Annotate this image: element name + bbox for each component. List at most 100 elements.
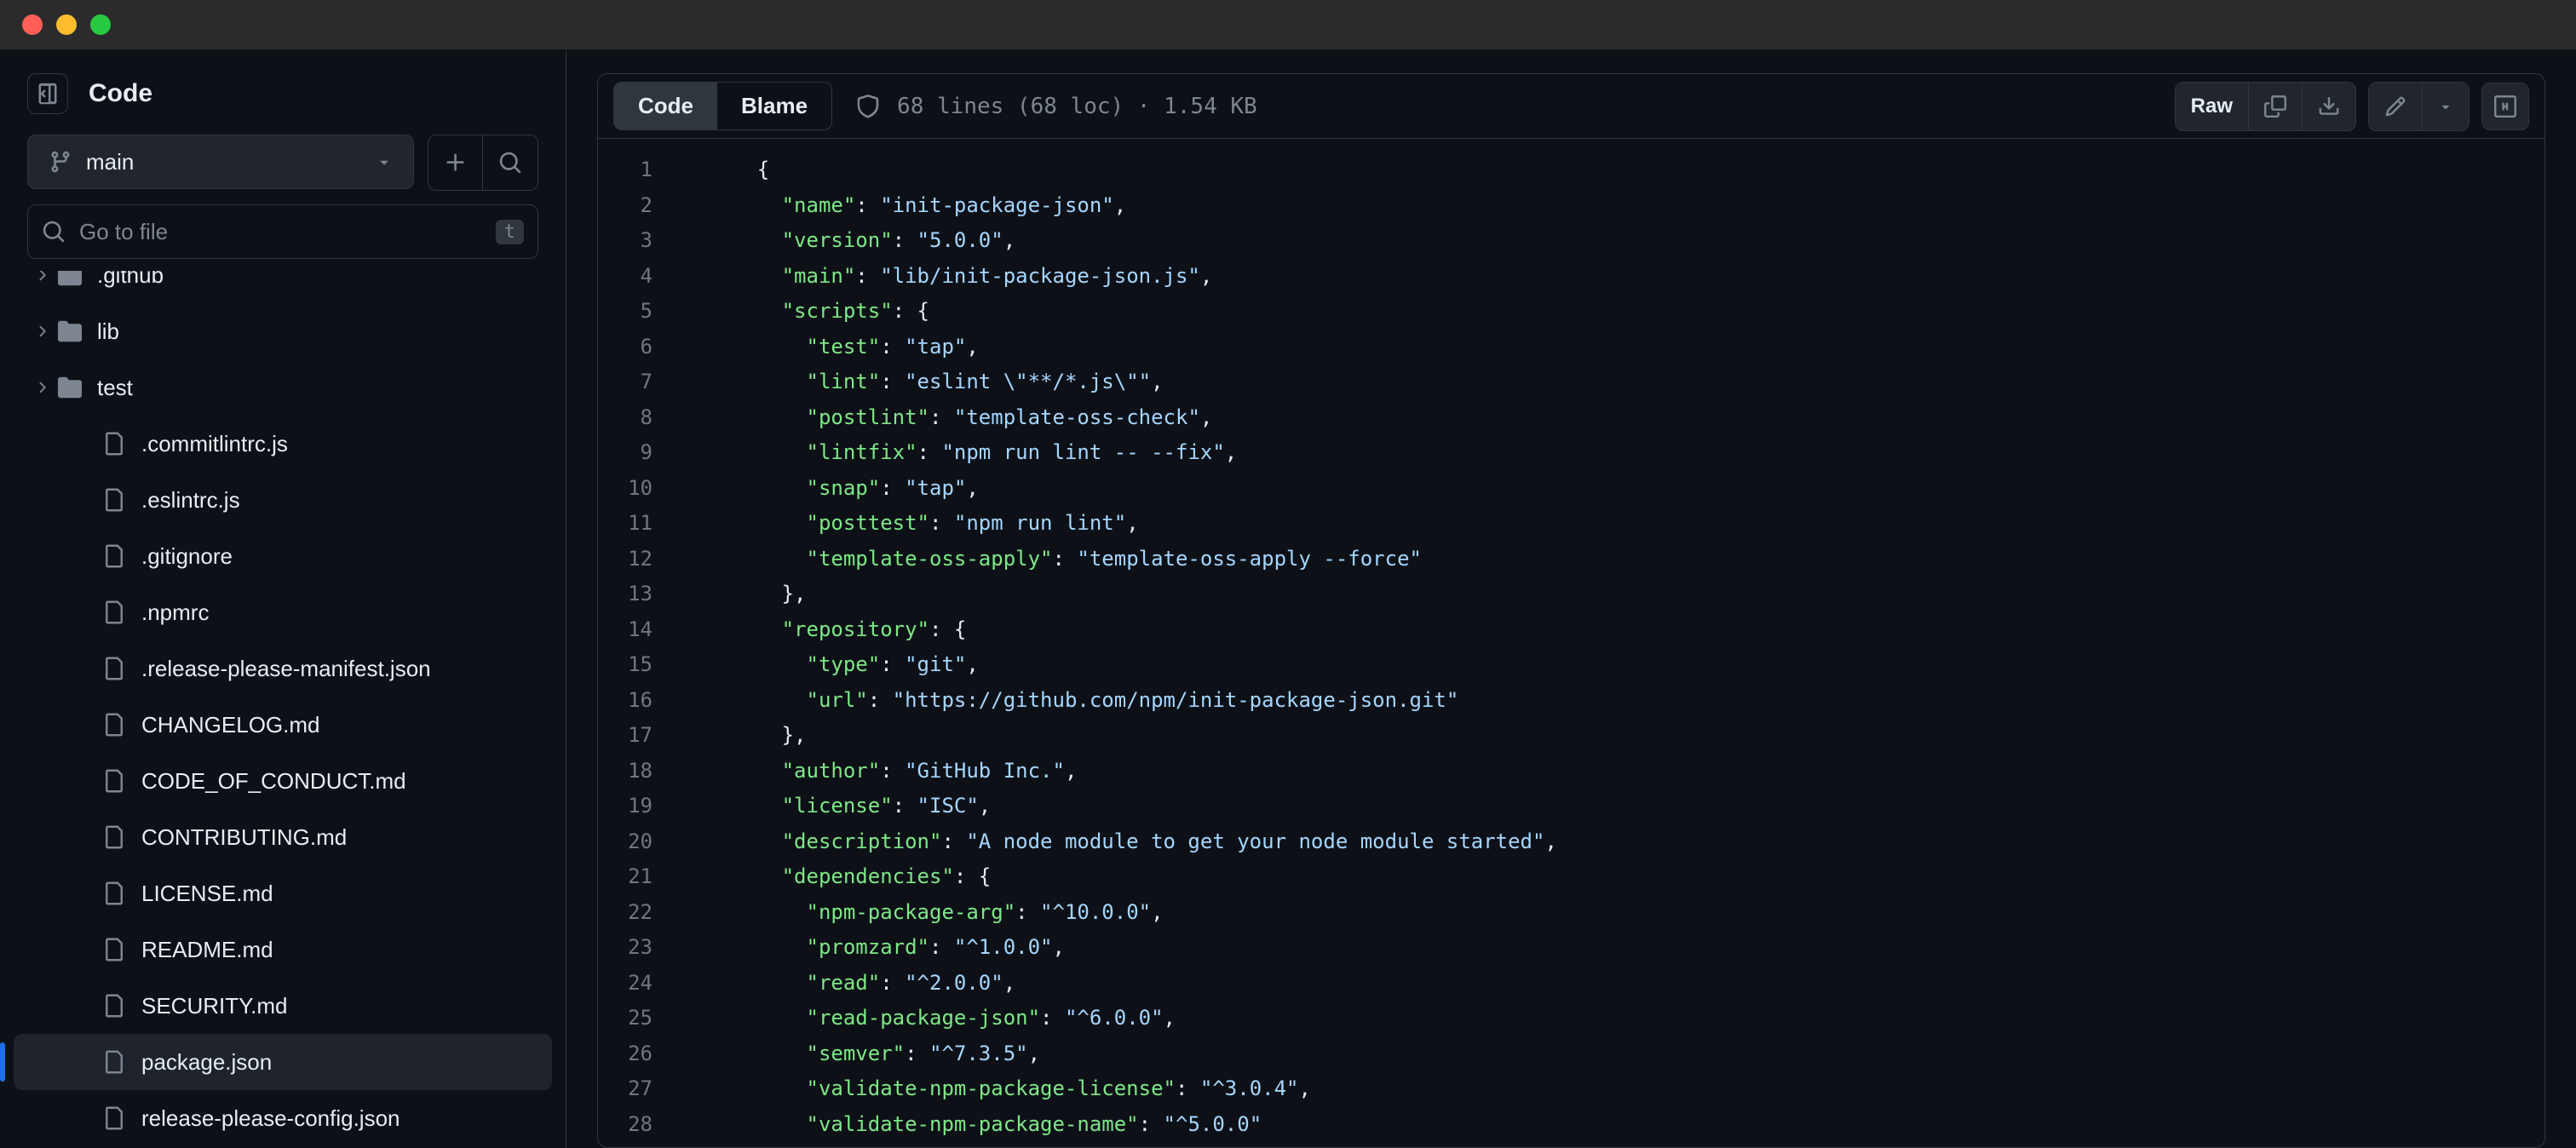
- minimize-window-button[interactable]: [56, 14, 77, 35]
- line-number[interactable]: 7: [598, 364, 683, 400]
- collapse-sidebar-button[interactable]: [27, 73, 68, 114]
- line-number[interactable]: 9: [598, 435, 683, 471]
- line-content: "validate-npm-package-name": "^5.0.0": [683, 1107, 1262, 1143]
- line-number[interactable]: 14: [598, 612, 683, 648]
- line-number[interactable]: 20: [598, 824, 683, 860]
- tree-item--eslintrc-js[interactable]: .eslintrc.js: [0, 472, 566, 528]
- code-line: 3 "version": "5.0.0",: [598, 223, 2544, 259]
- tree-item-label: CODE_OF_CONDUCT.md: [141, 768, 406, 795]
- download-icon: [2318, 95, 2340, 118]
- code-line: 9 "lintfix": "npm run lint -- --fix",: [598, 435, 2544, 471]
- tree-item-contributing-md[interactable]: CONTRIBUTING.md: [0, 809, 566, 865]
- copy-icon: [2264, 95, 2286, 118]
- close-window-button[interactable]: [22, 14, 43, 35]
- tree-item--release-please-manifest-json[interactable]: .release-please-manifest.json: [0, 640, 566, 697]
- edit-button[interactable]: [2369, 83, 2422, 130]
- line-number[interactable]: 23: [598, 930, 683, 966]
- search-button[interactable]: [483, 135, 538, 190]
- code-line: 17 },: [598, 718, 2544, 754]
- tree-item--gitignore[interactable]: .gitignore: [0, 528, 566, 584]
- code-line: 2 "name": "init-package-json",: [598, 188, 2544, 224]
- line-number[interactable]: 13: [598, 577, 683, 612]
- line-content: "type": "git",: [683, 647, 979, 683]
- code-line: 10 "snap": "tap",: [598, 471, 2544, 507]
- tree-item-changelog-md[interactable]: CHANGELOG.md: [0, 697, 566, 753]
- chevron-down-icon: [376, 153, 393, 170]
- tree-item-label: .release-please-manifest.json: [141, 656, 431, 682]
- line-number[interactable]: 10: [598, 471, 683, 507]
- line-number[interactable]: 3: [598, 223, 683, 259]
- line-number[interactable]: 22: [598, 895, 683, 931]
- line-content: "license": "ISC",: [683, 789, 991, 824]
- tab-blame[interactable]: Blame: [717, 83, 831, 129]
- line-number[interactable]: 1: [598, 152, 683, 188]
- tree-item-code-of-conduct-md[interactable]: CODE_OF_CONDUCT.md: [0, 753, 566, 809]
- line-number[interactable]: 16: [598, 683, 683, 719]
- line-number[interactable]: 19: [598, 789, 683, 824]
- branch-name: main: [86, 149, 134, 175]
- code-line: 4 "main": "lib/init-package-json.js",: [598, 259, 2544, 295]
- line-number[interactable]: 17: [598, 718, 683, 754]
- code-viewer[interactable]: 1 {2 "name": "init-package-json",3 "vers…: [597, 138, 2545, 1148]
- tree-item-test[interactable]: test: [0, 359, 566, 416]
- line-number[interactable]: 29: [598, 1142, 683, 1148]
- tree-item--github[interactable]: .github: [0, 271, 566, 303]
- file-icon: [99, 1050, 129, 1074]
- tree-item-security-md[interactable]: SECURITY.md: [0, 978, 566, 1034]
- sidebar: Code main: [0, 49, 566, 1148]
- edit-more-button[interactable]: [2422, 83, 2469, 130]
- line-number[interactable]: 25: [598, 1001, 683, 1036]
- code-line: 12 "template-oss-apply": "template-oss-a…: [598, 542, 2544, 577]
- file-icon: [99, 657, 129, 680]
- file-icon: [99, 544, 129, 568]
- line-number[interactable]: 4: [598, 259, 683, 295]
- file-icon: [99, 1106, 129, 1130]
- tree-item--npmrc[interactable]: .npmrc: [0, 584, 566, 640]
- line-number[interactable]: 15: [598, 647, 683, 683]
- plus-icon: [444, 151, 468, 175]
- code-line: 1 {: [598, 152, 2544, 188]
- tree-item-lib[interactable]: lib: [0, 303, 566, 359]
- tree-item-label: package.json: [141, 1049, 272, 1076]
- line-number[interactable]: 8: [598, 400, 683, 436]
- file-stats: 68 lines (68 loc) · 1.54 KB: [897, 94, 1257, 119]
- line-number[interactable]: 27: [598, 1071, 683, 1107]
- tab-code[interactable]: Code: [614, 83, 717, 129]
- line-number[interactable]: 26: [598, 1036, 683, 1072]
- tree-item-readme-md[interactable]: README.md: [0, 921, 566, 978]
- tree-item-release-please-config-json[interactable]: release-please-config.json: [0, 1090, 566, 1146]
- line-number[interactable]: 12: [598, 542, 683, 577]
- code-line: 13 },: [598, 577, 2544, 612]
- line-number[interactable]: 11: [598, 506, 683, 542]
- code-line: 22 "npm-package-arg": "^10.0.0",: [598, 895, 2544, 931]
- tree-item--commitlintrc-js[interactable]: .commitlintrc.js: [0, 416, 566, 472]
- symbols-button[interactable]: [2481, 83, 2529, 130]
- branch-selector[interactable]: main: [27, 135, 414, 189]
- line-content: },: [683, 718, 807, 754]
- file-tree[interactable]: .github lib test .commitlintrc.js.eslintrc.…: [0, 271, 566, 1148]
- file-search-input[interactable]: [79, 219, 482, 245]
- tree-item-package-json[interactable]: package.json: [14, 1034, 552, 1090]
- line-number[interactable]: 5: [598, 294, 683, 330]
- code-line: 14 "repository": {: [598, 612, 2544, 648]
- line-number[interactable]: 2: [598, 188, 683, 224]
- line-number[interactable]: 18: [598, 754, 683, 789]
- tree-item-label: .github: [97, 271, 164, 289]
- line-number[interactable]: 24: [598, 966, 683, 1002]
- file-search-input-wrapper[interactable]: t: [27, 204, 538, 259]
- copy-button[interactable]: [2248, 83, 2302, 130]
- line-number[interactable]: 21: [598, 859, 683, 895]
- code-line: 7 "lint": "eslint \"**/*.js\"",: [598, 364, 2544, 400]
- download-button[interactable]: [2302, 83, 2355, 130]
- add-button[interactable]: [428, 135, 483, 190]
- tree-item-label: test: [97, 375, 133, 401]
- raw-button[interactable]: Raw: [2176, 83, 2248, 130]
- line-number[interactable]: 6: [598, 330, 683, 365]
- line-content: "version": "5.0.0",: [683, 223, 1015, 259]
- folder-icon: [55, 376, 85, 399]
- line-number[interactable]: 28: [598, 1107, 683, 1143]
- tree-item-license-md[interactable]: LICENSE.md: [0, 865, 566, 921]
- tree-item-label: README.md: [141, 937, 273, 963]
- maximize-window-button[interactable]: [90, 14, 111, 35]
- shield-icon[interactable]: [856, 95, 880, 118]
